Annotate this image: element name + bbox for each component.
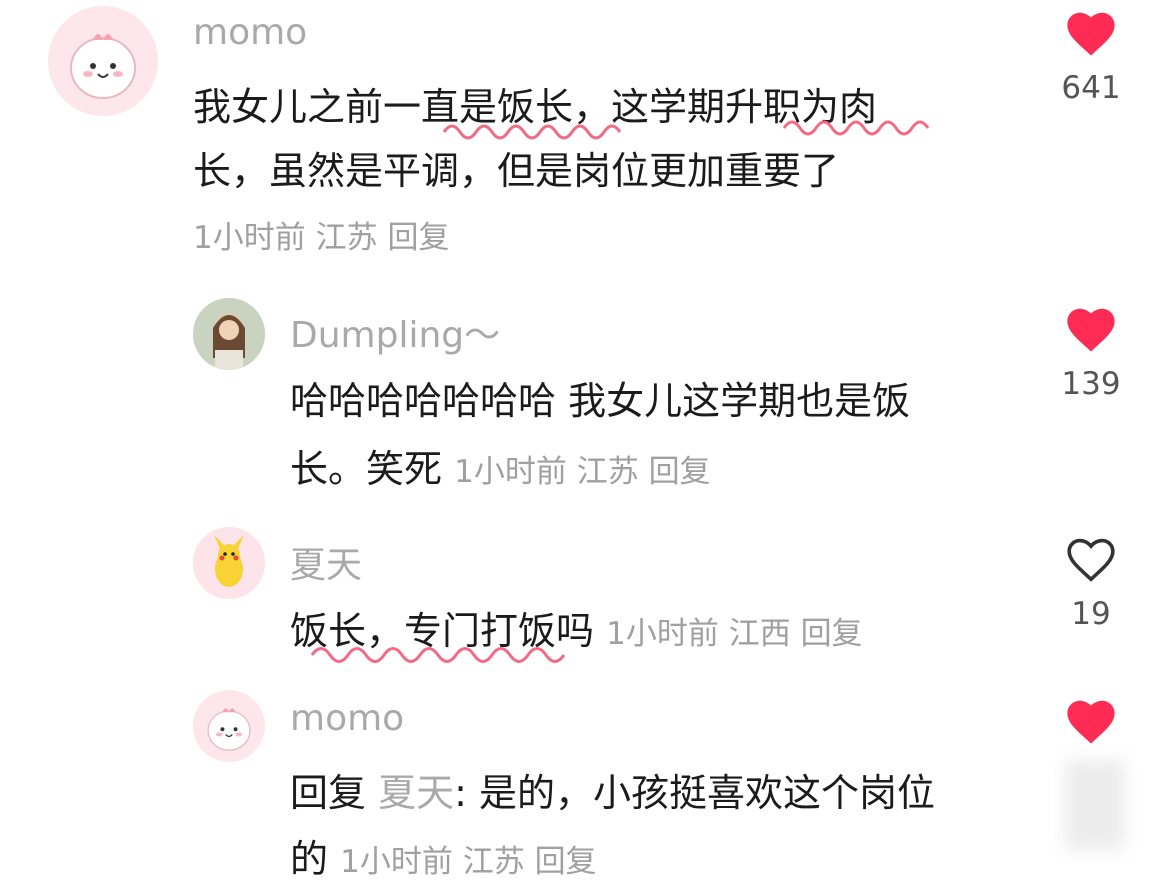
timestamp: 1小时前 [340, 844, 453, 880]
comment-text-end: 的 [290, 837, 329, 881]
like-button[interactable]: 641 [1046, 8, 1136, 106]
like-count: 19 [1071, 596, 1111, 632]
reply-button[interactable]: 回复 [801, 616, 863, 652]
heart-filled-icon [1067, 12, 1115, 56]
squiggle-underline-decoration [782, 120, 930, 136]
heart-filled-icon [1067, 700, 1115, 744]
username[interactable]: momo [193, 12, 307, 53]
timestamp: 1小时前 [193, 220, 306, 256]
username[interactable]: Dumpling～ [290, 306, 500, 358]
heart-filled-icon [1067, 308, 1115, 352]
avatar[interactable] [48, 6, 158, 116]
avatar-cartoon-icon [193, 690, 265, 762]
avatar[interactable] [193, 527, 265, 599]
comment-text-line1: 回复 夏天: 是的，小孩挺喜欢这个岗位 [290, 762, 935, 817]
location: 江苏 [462, 844, 525, 880]
avatar-pikachu-icon [193, 527, 265, 599]
like-count: 641 [1061, 70, 1121, 106]
location: 江西 [728, 616, 791, 652]
blurred-watermark [1065, 760, 1125, 850]
avatar-photo-icon [193, 298, 265, 370]
comment-text-line2: 长。笑死 1小时前 江苏 回复 [290, 438, 711, 493]
timestamp: 1小时前 [454, 454, 567, 490]
like-button[interactable]: 19 [1046, 534, 1136, 632]
like-button[interactable]: 139 [1046, 304, 1136, 402]
avatar-cartoon-icon [48, 6, 158, 116]
reply-button[interactable]: 回复 [387, 220, 449, 256]
username[interactable]: 夏天 [290, 536, 362, 588]
comment-text-end: 长。笑死 [290, 447, 443, 491]
timestamp: 1小时前 [606, 616, 719, 652]
squiggle-underline-decoration [310, 647, 566, 663]
like-button[interactable] [1046, 696, 1136, 750]
like-count: 139 [1061, 366, 1121, 402]
location: 江苏 [576, 454, 639, 490]
heart-outline-icon [1067, 538, 1115, 582]
comment-meta: 1小时前 江苏 回复 [193, 212, 449, 257]
reply-button[interactable]: 回复 [649, 454, 711, 490]
avatar[interactable] [193, 690, 265, 762]
comment-text-line2: 的 1小时前 江苏 回复 [290, 828, 597, 883]
reply-mention[interactable]: 夏天 [378, 771, 454, 815]
avatar[interactable] [193, 298, 265, 370]
reply-button[interactable]: 回复 [535, 844, 597, 880]
comment-text-line2: 长，虽然是平调，但是岗位更加重要了 [193, 149, 840, 193]
comment-text-line1: 哈哈哈哈哈哈哈 我女儿这学期也是饭 [290, 379, 911, 423]
username[interactable]: momo [290, 698, 404, 739]
comment-text: : 是的，小孩挺喜欢这个岗位 [454, 771, 936, 815]
location: 江苏 [315, 220, 378, 256]
reply-prefix: 回复 [290, 771, 367, 815]
